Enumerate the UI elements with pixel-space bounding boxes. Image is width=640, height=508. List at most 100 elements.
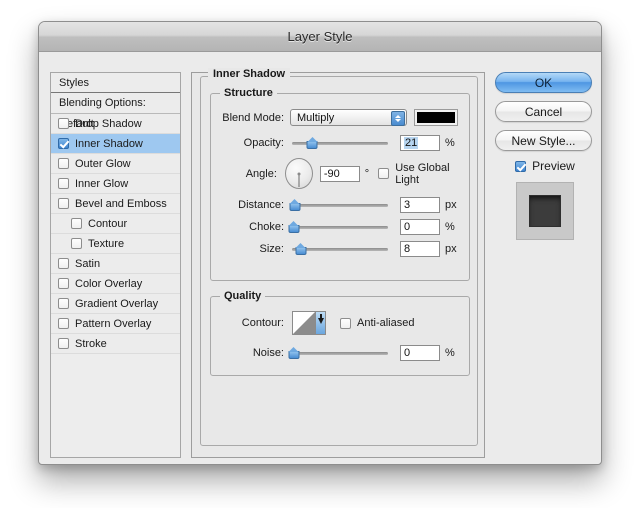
screen: Layer Style Styles Blending Options: Def… bbox=[0, 0, 640, 508]
effect-enable-checkbox[interactable] bbox=[58, 158, 69, 169]
opacity-unit: % bbox=[445, 137, 455, 149]
styles-header[interactable]: Styles bbox=[51, 73, 180, 93]
sidebar-item-stroke[interactable]: Stroke bbox=[51, 334, 180, 354]
styles-sidebar: Styles Blending Options: Default Drop Sh… bbox=[50, 72, 181, 458]
effect-settings-panel: Inner Shadow Structure Blend Mode: Multi… bbox=[191, 68, 485, 458]
distance-label: Distance: bbox=[238, 199, 284, 211]
noise-input[interactable]: 0 bbox=[400, 345, 440, 361]
anti-aliased-checkbox[interactable] bbox=[340, 317, 351, 329]
choke-slider[interactable] bbox=[288, 220, 388, 233]
effect-enable-checkbox[interactable] bbox=[58, 278, 69, 289]
choke-row: Choke: 0 % bbox=[216, 219, 466, 235]
sidebar-item-label: Drop Shadow bbox=[75, 117, 142, 130]
angle-dial[interactable] bbox=[284, 158, 313, 189]
sidebar-item-texture[interactable]: Texture bbox=[51, 234, 180, 254]
preview-shape bbox=[529, 195, 561, 227]
contour-preset-picker[interactable] bbox=[292, 311, 326, 335]
effect-enable-checkbox[interactable] bbox=[58, 178, 69, 189]
sidebar-item-pattern-overlay[interactable]: Pattern Overlay bbox=[51, 314, 180, 334]
effect-enable-checkbox[interactable] bbox=[58, 258, 69, 269]
contour-row: Contour: Anti-aliased bbox=[216, 311, 466, 335]
sidebar-item-inner-glow[interactable]: Inner Glow bbox=[51, 174, 180, 194]
distance-input[interactable]: 3 bbox=[400, 197, 440, 213]
contour-curve-icon bbox=[293, 312, 315, 334]
panel-title: Inner Shadow bbox=[208, 68, 291, 80]
sidebar-item-label: Gradient Overlay bbox=[75, 297, 159, 310]
opacity-slider[interactable] bbox=[292, 136, 388, 149]
sidebar-item-satin[interactable]: Satin bbox=[51, 254, 180, 274]
noise-value: 0 bbox=[404, 347, 411, 359]
sidebar-item-bevel-and-emboss[interactable]: Bevel and Emboss bbox=[51, 194, 180, 214]
angle-unit: ° bbox=[364, 167, 370, 180]
blend-mode-select[interactable]: Multiply bbox=[290, 109, 407, 126]
structure-legend: Structure bbox=[220, 87, 277, 99]
distance-slider[interactable] bbox=[289, 198, 388, 211]
sidebar-item-color-overlay[interactable]: Color Overlay bbox=[51, 274, 180, 294]
opacity-slider-thumb[interactable] bbox=[306, 136, 318, 149]
sidebar-item-outer-glow[interactable]: Outer Glow bbox=[51, 154, 180, 174]
sidebar-item-contour[interactable]: Contour bbox=[51, 214, 180, 234]
effect-enable-checkbox[interactable] bbox=[58, 298, 69, 309]
effect-enable-checkbox[interactable] bbox=[71, 238, 82, 249]
choke-label: Choke: bbox=[249, 221, 284, 233]
chevron-up-icon bbox=[395, 115, 401, 118]
size-slider-thumb[interactable] bbox=[295, 242, 307, 255]
use-global-light-label: Use Global Light bbox=[395, 161, 450, 186]
choke-value: 0 bbox=[404, 221, 411, 233]
distance-slider-thumb[interactable] bbox=[289, 198, 301, 211]
opacity-row: Opacity: 21 % bbox=[216, 135, 466, 151]
effect-enable-checkbox[interactable] bbox=[58, 318, 69, 329]
anti-aliased-label: Anti-aliased bbox=[357, 317, 415, 329]
sidebar-item-label: Texture bbox=[88, 237, 125, 250]
sidebar-item-gradient-overlay[interactable]: Gradient Overlay bbox=[51, 294, 180, 314]
blend-mode-value: Multiply bbox=[297, 111, 335, 124]
ok-button[interactable]: OK bbox=[495, 72, 592, 93]
sidebar-item-blending-options[interactable]: Blending Options: Default bbox=[51, 93, 180, 130]
size-input[interactable]: 8 bbox=[400, 241, 440, 257]
sidebar-item-label: Inner Glow bbox=[75, 177, 129, 190]
dialog-title: Layer Style bbox=[287, 29, 353, 44]
effects-list: Drop Shadow Inner Shadow Outer Glow Inner G… bbox=[51, 114, 180, 354]
preview-checkbox[interactable] bbox=[515, 160, 527, 172]
sidebar-item-label: Pattern Overlay bbox=[75, 317, 152, 330]
sidebar-item-label: Bevel and Emboss bbox=[75, 197, 167, 210]
contour-label: Contour: bbox=[241, 317, 284, 329]
choke-input[interactable]: 0 bbox=[400, 219, 440, 235]
noise-row: Noise: 0 % bbox=[216, 345, 466, 361]
size-unit: px bbox=[445, 243, 457, 255]
noise-label: Noise: bbox=[252, 347, 284, 359]
size-slider[interactable] bbox=[292, 242, 388, 255]
opacity-label: Opacity: bbox=[243, 137, 284, 149]
effect-enable-checkbox[interactable] bbox=[58, 198, 69, 209]
choke-slider-thumb[interactable] bbox=[288, 220, 300, 233]
noise-slider[interactable] bbox=[288, 346, 388, 359]
shadow-color-swatch[interactable] bbox=[414, 109, 458, 126]
cancel-button[interactable]: Cancel bbox=[495, 101, 592, 122]
preview-toggle[interactable]: Preview bbox=[495, 159, 595, 173]
blend-mode-row: Blend Mode: Multiply bbox=[216, 109, 464, 126]
effect-enable-checkbox[interactable] bbox=[58, 338, 69, 349]
contour-dropdown-arrow-icon[interactable] bbox=[315, 312, 325, 334]
distance-unit: px bbox=[445, 199, 457, 211]
sidebar-item-label: Color Overlay bbox=[75, 277, 143, 290]
noise-slider-track bbox=[292, 352, 388, 355]
chevron-updown-icon[interactable] bbox=[391, 111, 405, 126]
effect-enable-checkbox[interactable] bbox=[58, 138, 69, 149]
preview-thumbnail bbox=[516, 182, 574, 240]
dialog-titlebar[interactable]: Layer Style bbox=[39, 22, 601, 52]
choke-slider-track bbox=[292, 226, 388, 229]
new-style-button[interactable]: New Style... bbox=[495, 130, 592, 151]
effect-enable-checkbox[interactable] bbox=[71, 218, 82, 229]
noise-slider-thumb[interactable] bbox=[288, 346, 300, 359]
size-label: Size: bbox=[259, 243, 284, 255]
angle-input[interactable]: -90 bbox=[319, 165, 360, 182]
effect-enable-checkbox[interactable] bbox=[58, 118, 69, 129]
sidebar-item-inner-shadow[interactable]: Inner Shadow bbox=[51, 134, 180, 154]
angle-row: Angle: -90 ° Use Global Light bbox=[216, 158, 468, 189]
opacity-input[interactable]: 21 bbox=[400, 135, 440, 151]
chevron-down-icon bbox=[395, 119, 401, 122]
sidebar-item-label: Stroke bbox=[75, 337, 107, 350]
use-global-light-checkbox[interactable] bbox=[378, 168, 390, 179]
angle-dial-hub bbox=[297, 172, 301, 175]
sidebar-item-label: Inner Shadow bbox=[75, 137, 143, 150]
